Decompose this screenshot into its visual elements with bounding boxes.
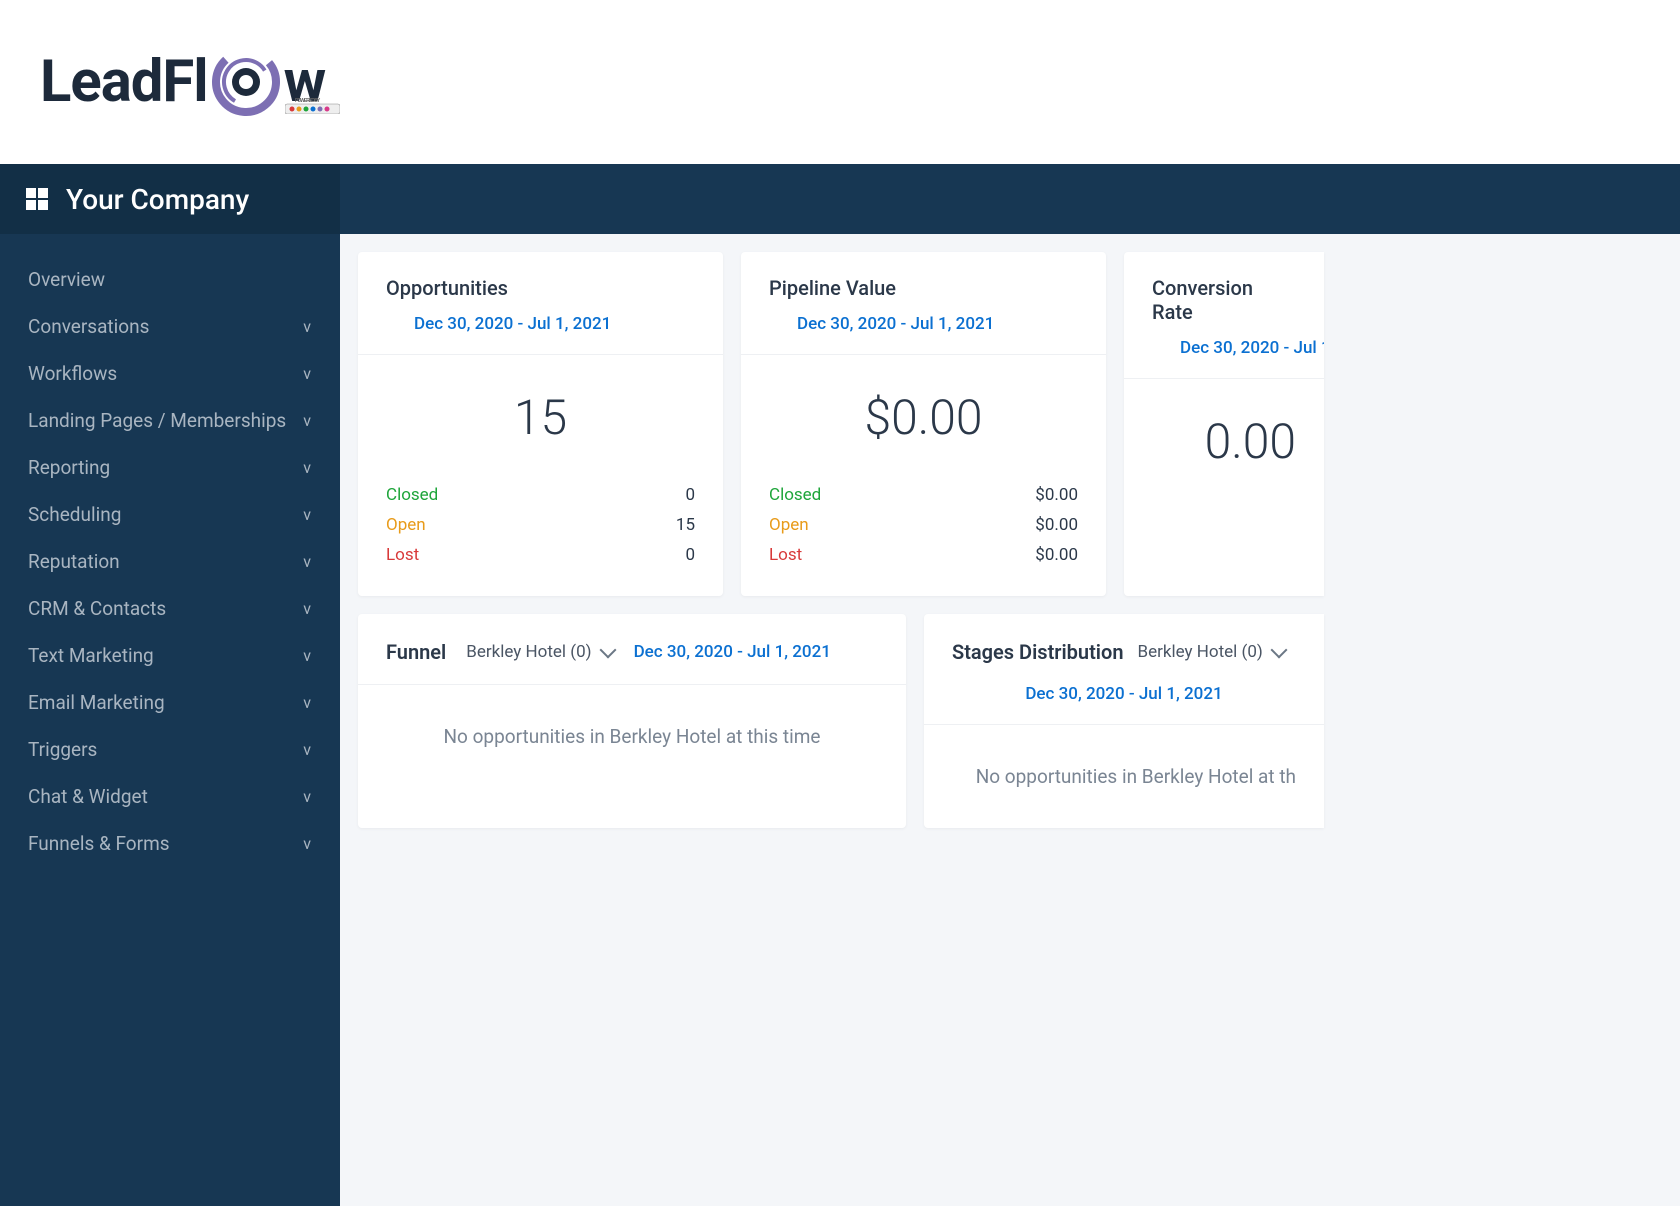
sidebar-item-conversations[interactable]: Conversations v	[0, 303, 340, 350]
dropdown-selected: Berkley Hotel (0)	[1138, 642, 1263, 662]
conversion-value: 0.00	[1152, 405, 1296, 494]
chevron-down-icon: v	[303, 787, 312, 806]
sidebar-item-landing-pages-memberships[interactable]: Landing Pages / Memberships v	[0, 397, 340, 444]
logo: LeadFl POWERED BY	[40, 46, 325, 118]
sidebar-item-label: Funnels & Forms	[28, 832, 170, 855]
open-label: Open	[386, 515, 426, 535]
chevron-down-icon: v	[303, 458, 312, 477]
chevron-down-icon: v	[303, 364, 312, 383]
grid-icon	[26, 188, 48, 210]
sidebar-nav: OverviewConversationsvWorkflowsvLanding …	[0, 234, 340, 889]
stages-empty-msg: No opportunities in Berkley Hotel at th	[924, 724, 1324, 828]
panel-title: Stages Distribution	[952, 640, 1124, 664]
sidebar-item-workflows[interactable]: Workflows v	[0, 350, 340, 397]
chevron-down-icon: v	[303, 693, 312, 712]
lost-label: Lost	[386, 545, 419, 565]
sidebar-item-label: Overview	[28, 268, 105, 291]
closed-label: Closed	[769, 485, 821, 505]
closed-value: 0	[685, 485, 695, 505]
lost-value: 0	[685, 545, 695, 565]
sidebar-item-overview[interactable]: Overview	[0, 256, 340, 303]
closed-label: Closed	[386, 485, 438, 505]
sidebar-item-label: Text Marketing	[28, 644, 154, 667]
sidebar-item-label: Scheduling	[28, 503, 121, 526]
lost-value: $0.00	[1035, 545, 1078, 565]
chevron-down-icon	[1270, 642, 1287, 659]
pipeline-value: $0.00	[769, 381, 1078, 470]
open-label: Open	[769, 515, 809, 535]
chevron-down-icon	[599, 642, 616, 659]
sidebar-item-label: Reputation	[28, 550, 120, 573]
card-title: Conversion Rate	[1152, 276, 1296, 324]
topbar	[340, 164, 1680, 234]
sidebar-item-reporting[interactable]: Reporting v	[0, 444, 340, 491]
pipeline-card: Pipeline Value Dec 30, 2020 - Jul 1, 202…	[741, 252, 1106, 596]
sidebar-item-label: Landing Pages / Memberships	[28, 409, 286, 432]
chevron-down-icon: v	[303, 411, 312, 430]
sidebar-item-email-marketing[interactable]: Email Marketing v	[0, 679, 340, 726]
date-range-link[interactable]: Dec 30, 2020 - Jul 1, 2021	[634, 642, 831, 662]
chevron-down-icon: v	[303, 505, 312, 524]
logo-powered-by-badge: POWERED BY	[285, 96, 340, 114]
closed-value: $0.00	[1035, 485, 1078, 505]
sidebar-item-triggers[interactable]: Triggers v	[0, 726, 340, 773]
sidebar-item-label: Chat & Widget	[28, 785, 148, 808]
card-title: Opportunities	[386, 276, 695, 300]
logo-text-lead: LeadFl	[40, 48, 208, 116]
svg-text:POWERED BY: POWERED BY	[295, 98, 321, 104]
sidebar-item-label: Conversations	[28, 315, 149, 338]
sidebar-item-label: Email Marketing	[28, 691, 165, 714]
open-value: $0.00	[1035, 515, 1078, 535]
lost-label: Lost	[769, 545, 802, 565]
sidebar-item-scheduling[interactable]: Scheduling v	[0, 491, 340, 538]
sidebar-item-funnels-forms[interactable]: Funnels & Forms v	[0, 820, 340, 867]
logo-o-icon: POWERED BY	[210, 46, 282, 118]
chevron-down-icon: v	[303, 552, 312, 571]
panel-title: Funnel	[386, 640, 446, 664]
funnel-dropdown[interactable]: Berkley Hotel (0)	[466, 642, 613, 662]
date-range-link[interactable]: Dec 30, 2020 - Jul 1, 2021	[769, 314, 1078, 334]
date-range-link[interactable]: Dec 30, 2020 - Jul 1, 2021	[1152, 338, 1296, 358]
open-value: 15	[676, 515, 695, 535]
sidebar-item-label: CRM & Contacts	[28, 597, 166, 620]
card-title: Pipeline Value	[769, 276, 1078, 300]
conversion-card: Conversion Rate Dec 30, 2020 - Jul 1, 20…	[1124, 252, 1324, 596]
opportunities-card: Opportunities Dec 30, 2020 - Jul 1, 2021…	[358, 252, 723, 596]
dashboard-content: Opportunities Dec 30, 2020 - Jul 1, 2021…	[340, 234, 1680, 1206]
sidebar-item-label: Triggers	[28, 738, 97, 761]
company-name: Your Company	[66, 183, 249, 216]
dropdown-selected: Berkley Hotel (0)	[466, 642, 591, 662]
chevron-down-icon: v	[303, 740, 312, 759]
sidebar-item-label: Reporting	[28, 456, 110, 479]
date-range-link[interactable]: Dec 30, 2020 - Jul 1, 2021	[386, 314, 695, 334]
chevron-down-icon: v	[303, 317, 312, 336]
sidebar-item-text-marketing[interactable]: Text Marketing v	[0, 632, 340, 679]
funnel-panel: Funnel Berkley Hotel (0) Dec 30, 2020 - …	[358, 614, 906, 828]
sidebar-item-label: Workflows	[28, 362, 117, 385]
chevron-down-icon: v	[303, 646, 312, 665]
opportunities-value: 15	[386, 381, 695, 470]
sidebar-item-chat-widget[interactable]: Chat & Widget v	[0, 773, 340, 820]
funnel-empty-msg: No opportunities in Berkley Hotel at thi…	[358, 684, 906, 788]
company-header[interactable]: Your Company	[0, 164, 340, 234]
logo-bar: LeadFl POWERED BY	[0, 0, 1680, 164]
sidebar-item-reputation[interactable]: Reputation v	[0, 538, 340, 585]
chevron-down-icon: v	[303, 599, 312, 618]
chevron-down-icon: v	[303, 834, 312, 853]
sidebar-item-crm-contacts[interactable]: CRM & Contacts v	[0, 585, 340, 632]
stages-dropdown[interactable]: Berkley Hotel (0)	[1138, 642, 1285, 662]
sidebar: Your Company OverviewConversationsvWorkf…	[0, 164, 340, 1206]
main-area: Opportunities Dec 30, 2020 - Jul 1, 2021…	[340, 164, 1680, 1206]
date-range-link[interactable]: Dec 30, 2020 - Jul 1, 2021	[1025, 684, 1222, 704]
stages-panel: Stages Distribution Berkley Hotel (0) De…	[924, 614, 1324, 828]
